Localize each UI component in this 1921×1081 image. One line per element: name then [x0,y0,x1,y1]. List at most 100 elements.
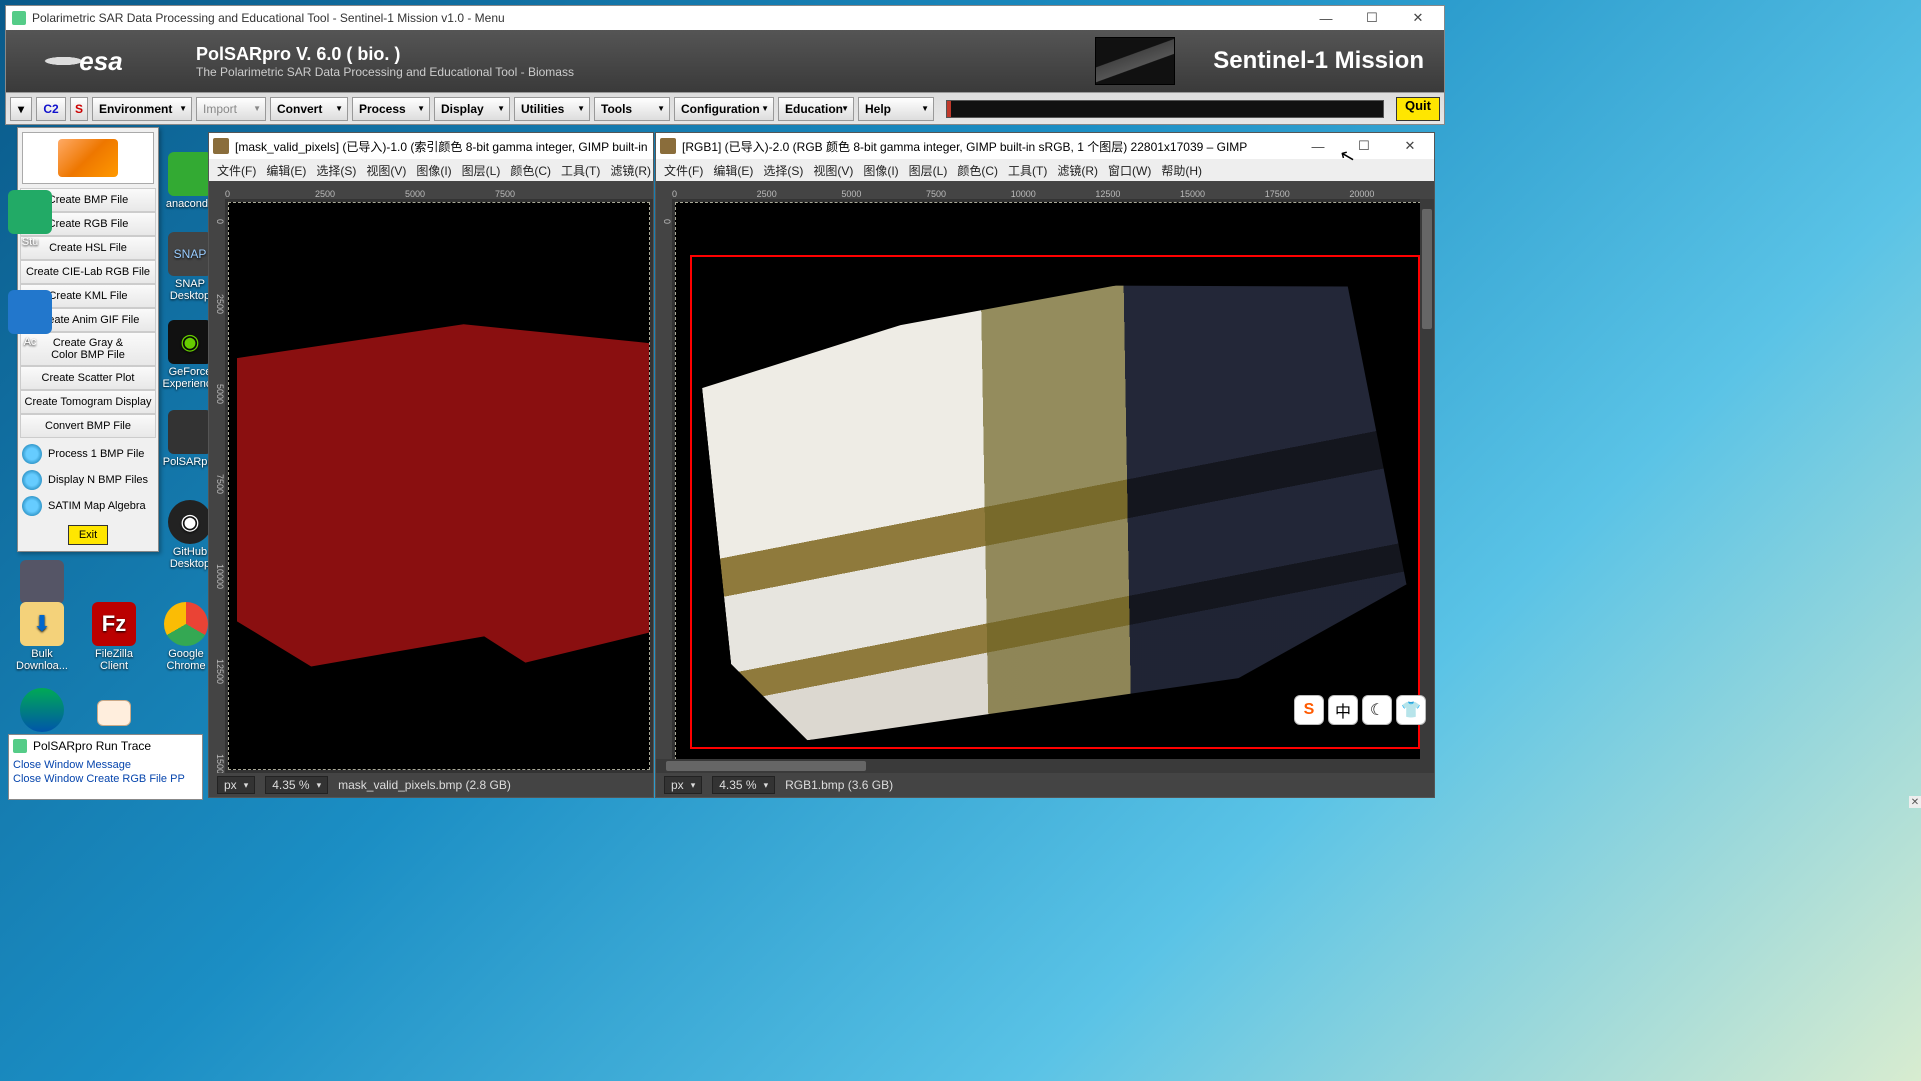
gimp2-body: 0 [656,199,1434,773]
gimp1-canvas[interactable] [228,202,650,770]
configuration-menu[interactable]: Configuration [674,97,774,121]
gimp-menu-tools[interactable]: 工具(T) [557,162,604,179]
s-button[interactable]: S [70,97,88,121]
gimp-menu-file[interactable]: 文件(F) [660,162,707,179]
polsarpro-banner: esa PolSARpro V. 6.0 ( bio. ) The Polari… [6,30,1444,92]
import-menu[interactable]: Import [196,97,266,121]
gimp-menu-tools[interactable]: 工具(T) [1004,162,1051,179]
gimp1-menubar: 文件(F) 编辑(E) 选择(S) 视图(V) 图像(I) 图层(L) 颜色(C… [209,159,653,181]
trace-title-text: PolSARpro Run Trace [33,739,151,753]
icon-label: Google Chrome [156,648,216,672]
desktop-icon-chrome[interactable]: Google Chrome [156,602,216,672]
gimp-menu-view[interactable]: 视图(V) [362,162,410,179]
status-text: mask_valid_pixels.bmp (2.8 GB) [338,778,511,792]
gimp1-titlebar[interactable]: [mask_valid_pixels] (已导入)-1.0 (索引颜色 8-bi… [209,133,653,159]
globe-icon [22,444,42,464]
mask-image [237,313,649,689]
menu-exit-button[interactable]: Exit [68,525,108,545]
ime-skin-button[interactable]: 👕 [1396,695,1426,725]
utilities-menu[interactable]: Utilities [514,97,590,121]
banner-main: PolSARpro V. 6.0 ( bio. ) [196,44,574,65]
gimp-menu-filter[interactable]: 滤镜(R) [1053,162,1102,179]
unit-select[interactable]: px [217,776,255,794]
gimp-menu-image[interactable]: 图像(I) [859,162,902,179]
gimp-menu-layer[interactable]: 图层(L) [458,162,505,179]
gimp-menu-filter[interactable]: 滤镜(R) [606,162,655,179]
desktop-icon-unknown2[interactable] [84,700,144,726]
ime-s-button[interactable]: S [1294,695,1324,725]
gimp-menu-layer[interactable]: 图层(L) [905,162,952,179]
gimp-menu-image[interactable]: 图像(I) [412,162,455,179]
gimp1-title: [mask_valid_pixels] (已导入)-1.0 (索引颜色 8-bi… [235,138,649,155]
menu-convert-bmp[interactable]: Convert BMP File [20,414,156,438]
menu-create-cielab[interactable]: Create CIE-Lab RGB File [20,260,156,284]
zoom-select[interactable]: 4.35 % [265,776,328,794]
trace-body: Close Window Message Close Window Create… [9,757,202,789]
window-title: Polarimetric SAR Data Processing and Edu… [32,11,505,25]
gimp2-ruler-horizontal: 02500500075001000012500150001750020000 [656,181,1434,199]
ime-zhong-button[interactable]: 中 [1328,695,1358,725]
icon-label: Bulk Downloa... [12,648,72,672]
app-icon [13,739,27,753]
menu-satim-map-algebra[interactable]: SATIM Map Algebra [18,493,158,519]
close-button[interactable]: ✕ [1398,7,1438,29]
gimp-menu-edit[interactable]: 编辑(E) [709,162,757,179]
menu-label-line2: Color BMP File [51,349,125,361]
process-menu[interactable]: Process [352,97,430,121]
gimp-menu-help[interactable]: 帮助(H) [1157,162,1206,179]
trace-titlebar[interactable]: PolSARpro Run Trace [9,735,202,757]
gimp-menu-select[interactable]: 选择(S) [312,162,360,179]
banner-sub: The Polarimetric SAR Data Processing and… [196,65,574,79]
menu-display-n-bmp[interactable]: Display N BMP Files [18,467,158,493]
gimp2-ruler-vertical: 0 [656,199,672,773]
environment-menu[interactable]: Environment [92,97,192,121]
help-menu[interactable]: Help [858,97,934,121]
icon-label: FileZilla Client [84,648,144,672]
desktop-icon-filezilla[interactable]: FzFileZilla Client [84,602,144,672]
icon-label: anaconda [166,198,214,210]
menu-thumbnail [22,132,154,184]
menu-label: Process 1 BMP File [48,448,144,460]
minimize-button[interactable]: — [1306,7,1346,29]
c2-button[interactable]: C2 [36,97,66,121]
polsarpro-main-window: Polarimetric SAR Data Processing and Edu… [5,5,1445,125]
zoom-select[interactable]: 4.35 % [712,776,775,794]
gimp-menu-view[interactable]: 视图(V) [809,162,857,179]
scrollbar-vertical[interactable] [1420,199,1434,773]
menu-create-scatter[interactable]: Create Scatter Plot [20,366,156,390]
desktop-icon-unknown1[interactable] [12,688,72,732]
quit-button[interactable]: Quit [1396,97,1440,121]
close-button[interactable]: ✕ [1390,135,1430,157]
gimp-window-rgb: [RGB1] (已导入)-2.0 (RGB 颜色 8-bit gamma int… [655,132,1435,798]
gimp-menu-color[interactable]: 颜色(C) [953,162,1002,179]
menu-label: SATIM Map Algebra [48,500,146,512]
gimp-menu-select[interactable]: 选择(S) [759,162,807,179]
maximize-button[interactable]: ☐ [1344,135,1384,157]
ime-moon-button[interactable]: ☾ [1362,695,1392,725]
unit-select[interactable]: px [664,776,702,794]
education-menu[interactable]: Education [778,97,854,121]
polsarpro-titlebar[interactable]: Polarimetric SAR Data Processing and Edu… [6,6,1444,30]
menu-process-1-bmp[interactable]: Process 1 BMP File [18,441,158,467]
gimp2-titlebar[interactable]: [RGB1] (已导入)-2.0 (RGB 颜色 8-bit gamma int… [656,133,1434,159]
minimize-button[interactable]: — [1298,135,1338,157]
maximize-button[interactable]: ☐ [1352,7,1392,29]
gimp-menu-window[interactable]: 窗口(W) [1104,162,1155,179]
gimp-menu-edit[interactable]: 编辑(E) [262,162,310,179]
gimp2-canvas[interactable] [675,202,1431,770]
menu-create-tomogram[interactable]: Create Tomogram Display [20,390,156,414]
tools-menu[interactable]: Tools [594,97,670,121]
display-menu-button[interactable]: Display [434,97,510,121]
desktop-icon-stu[interactable]: Stu [0,190,60,248]
convert-menu[interactable]: Convert [270,97,348,121]
scrollbar-horizontal[interactable] [656,759,1420,773]
desktop-icon-bulk[interactable]: ⬇Bulk Downloa... [12,602,72,672]
globe-icon [22,496,42,516]
gimp-menu-color[interactable]: 颜色(C) [506,162,555,179]
toolbar-dropdown-arrow[interactable]: ▾ [10,97,32,121]
app-icon [12,11,26,25]
tray-close-icon[interactable]: ✕ [1909,796,1921,808]
gimp-menu-file[interactable]: 文件(F) [213,162,260,179]
gimp1-statusbar: px 4.35 % mask_valid_pixels.bmp (2.8 GB) [209,773,653,797]
desktop-icon-ac[interactable]: Ac [0,290,60,348]
